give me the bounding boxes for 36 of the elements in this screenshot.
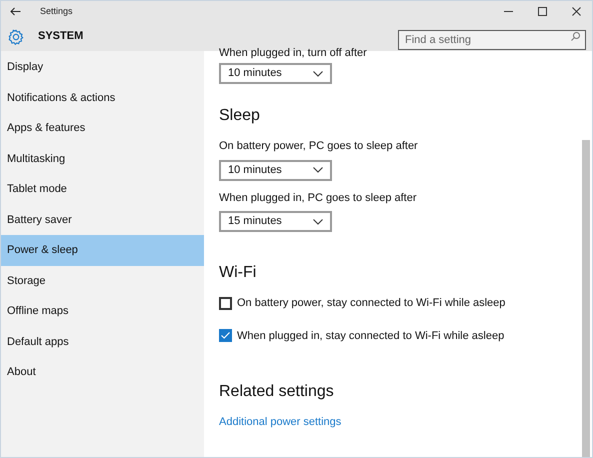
checkbox[interactable] [219, 296, 232, 310]
setting-label: When plugged in, PC goes to sleep after [219, 190, 418, 206]
chevron-down-icon [313, 218, 323, 224]
sidebar-item[interactable]: Display [1, 52, 204, 82]
sidebar-item[interactable]: Power & sleep [1, 235, 204, 266]
section-title: SYSTEM [38, 29, 84, 44]
link[interactable]: Additional power settings [219, 414, 582, 430]
window-title: Settings [40, 4, 73, 18]
section-heading: Sleep [219, 106, 261, 126]
sidebar-item[interactable]: Offline maps [1, 296, 204, 326]
checkbox[interactable] [219, 329, 232, 342]
sidebar-item[interactable]: About [1, 357, 204, 388]
gear-icon [8, 28, 24, 44]
sidebar-item[interactable]: Apps & features [1, 113, 204, 144]
back-arrow-icon[interactable] [10, 7, 21, 16]
section-heading: Wi-Fi [219, 263, 258, 283]
close-icon[interactable] [572, 7, 581, 16]
sidebar-item[interactable]: Storage [1, 266, 204, 296]
dropdown[interactable]: 10 minutes [219, 63, 332, 84]
checkbox-label: When plugged in, stay connected to Wi-Fi while asleep [237, 328, 504, 344]
dropdown[interactable]: 15 minutes [219, 211, 332, 232]
sidebar-item[interactable]: Notifications & actions [1, 82, 204, 113]
sidebar-item[interactable]: Battery saver [1, 204, 204, 235]
search-field[interactable]: Find a setting [398, 30, 586, 50]
checkbox-label: On battery power, stay connected to Wi-Fi while asleep [237, 296, 506, 311]
setting-label: When plugged in, turn off after [219, 46, 368, 60]
sidebar-item[interactable]: Tablet mode [1, 174, 204, 204]
search-icon[interactable] [571, 32, 580, 40]
maximize-icon[interactable] [538, 7, 547, 16]
chevron-down-icon [313, 70, 323, 76]
setting-label: On battery power, PC goes to sleep after [219, 139, 419, 154]
sidebar-item[interactable]: Default apps [1, 326, 204, 357]
chevron-down-icon [313, 167, 323, 173]
dropdown[interactable]: 10 minutes [219, 160, 332, 180]
sidebar-item[interactable]: Multitasking [1, 144, 204, 174]
section-heading: Related settings [219, 382, 335, 402]
